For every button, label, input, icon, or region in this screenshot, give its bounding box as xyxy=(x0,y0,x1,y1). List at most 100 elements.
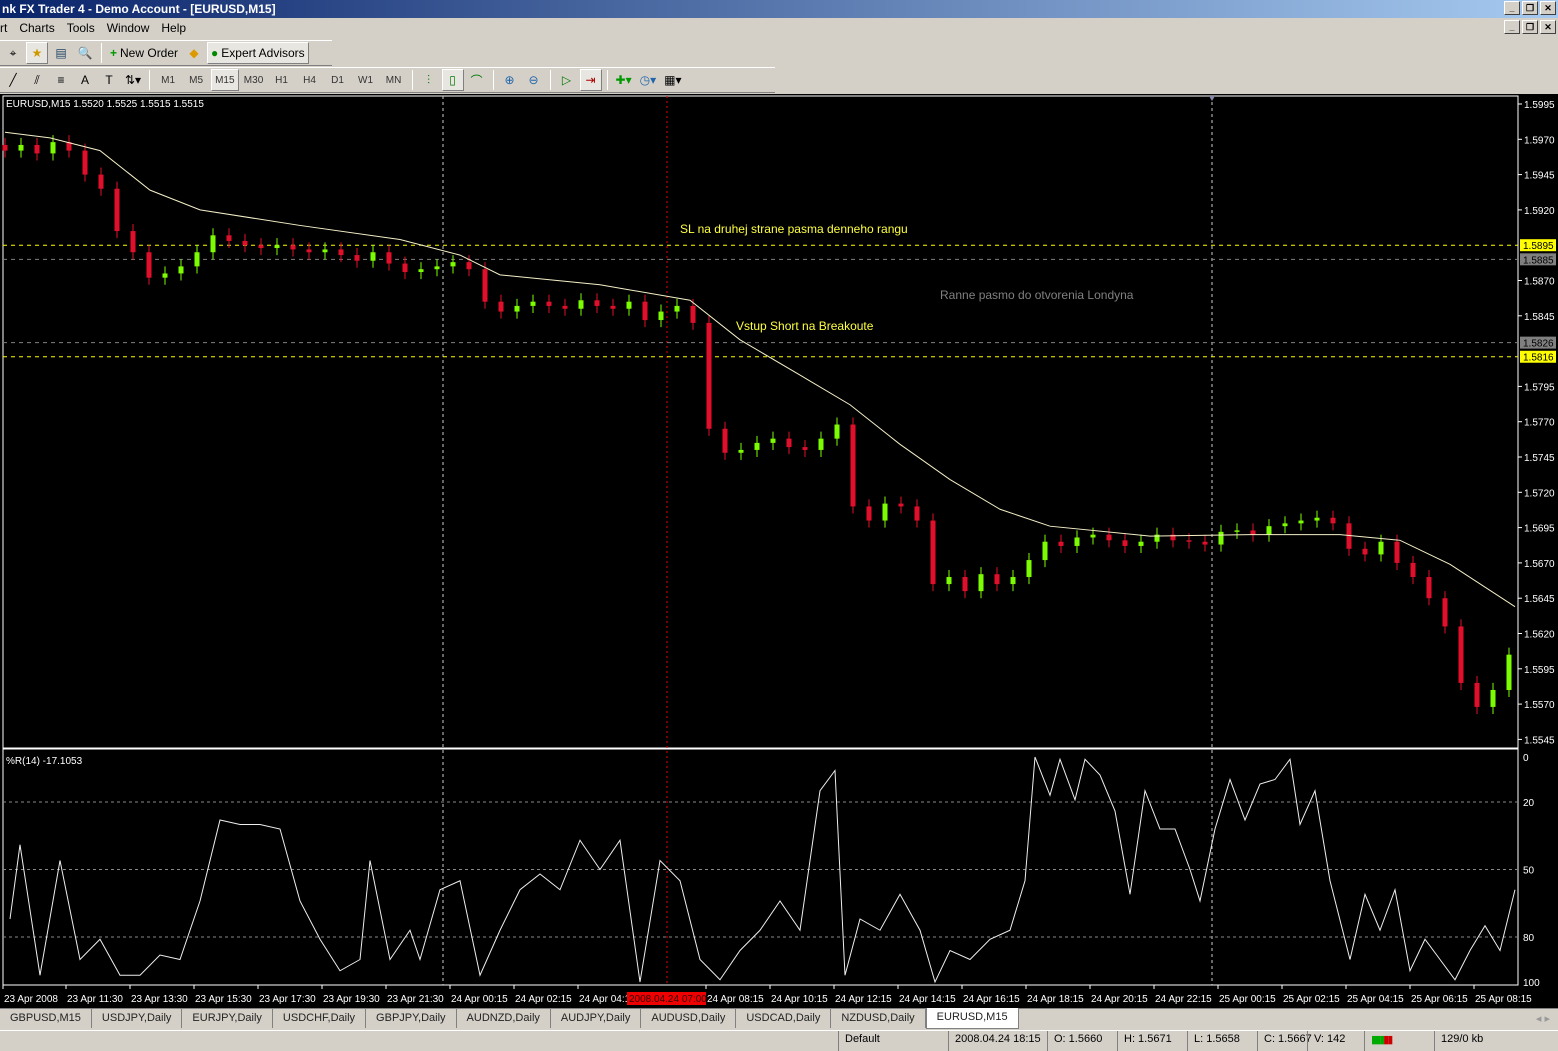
timeframe-m5[interactable]: M5 xyxy=(183,69,209,91)
x-tick-label: 24 Apr 22:15 xyxy=(1155,994,1212,1005)
chart-tab[interactable]: GBPUSD,M15 xyxy=(0,1009,92,1028)
mdi-restore-button[interactable]: ❐ xyxy=(1522,20,1538,34)
candle-body xyxy=(386,252,392,264)
main-pane-frame xyxy=(2,95,1519,749)
candle xyxy=(658,304,664,328)
candle xyxy=(274,238,280,256)
expert-advisors-button[interactable]: ● Expert Advisors xyxy=(207,42,309,64)
candle-body xyxy=(34,144,40,154)
candle-body xyxy=(1042,541,1048,561)
cursor-time-label: 2008.04.24 07:00 xyxy=(629,994,707,1005)
zoom-in-icon[interactable]: ⊕ xyxy=(499,69,521,91)
candle-body xyxy=(258,245,264,249)
timeframe-h1[interactable]: H1 xyxy=(269,69,295,91)
menu-chart[interactable]: rt xyxy=(0,21,13,35)
candlestick-icon[interactable]: ▯ xyxy=(441,69,464,91)
candle xyxy=(482,262,488,309)
chart-tab[interactable]: AUDNZD,Daily xyxy=(457,1009,551,1028)
status-close: C: 1.5667 xyxy=(1257,1031,1312,1051)
chart-tab[interactable]: EURJPY,Daily xyxy=(182,1009,273,1028)
candle xyxy=(1202,534,1208,552)
candle-body xyxy=(1426,577,1432,599)
chart-tab[interactable]: EURUSD,M15 xyxy=(925,1008,1019,1029)
text-tool-icon[interactable]: A xyxy=(74,69,96,91)
navigator-icon[interactable]: ★ xyxy=(26,42,48,64)
x-tick-label: 24 Apr 10:15 xyxy=(771,994,828,1005)
periods-icon[interactable]: ◷▾ xyxy=(637,69,660,91)
line-tool-icon[interactable]: ╱ xyxy=(2,69,24,91)
candle xyxy=(82,143,88,182)
timeframe-mn[interactable]: MN xyxy=(381,69,407,91)
templates-icon[interactable]: ▦▾ xyxy=(661,69,684,91)
y-tick-label: 1.5920 xyxy=(1524,206,1555,217)
candle xyxy=(850,417,856,514)
strategy-tester-icon[interactable]: 🔍 xyxy=(74,42,96,64)
candle xyxy=(882,496,888,528)
mdi-close-button[interactable]: ✕ xyxy=(1540,20,1556,34)
candle xyxy=(866,499,872,528)
candle-body xyxy=(1378,541,1384,555)
zoom-out-icon[interactable]: ⊖ xyxy=(523,69,545,91)
menu-window[interactable]: Window xyxy=(101,21,156,35)
candle xyxy=(98,167,104,196)
chart-tab[interactable]: USDCHF,Daily xyxy=(273,1009,367,1028)
indicators-icon[interactable]: ✚▾ xyxy=(613,69,635,91)
chart-tab[interactable]: USDJPY,Daily xyxy=(92,1009,183,1028)
menu-tools[interactable]: Tools xyxy=(61,21,101,35)
y-tick-label: 1.5795 xyxy=(1524,382,1555,393)
minimize-button[interactable]: _ xyxy=(1504,1,1520,15)
timeframe-m15[interactable]: M15 xyxy=(211,69,239,91)
fibonacci-tool-icon[interactable]: ≡ xyxy=(50,69,72,91)
bar-chart-icon[interactable]: ⫶ xyxy=(418,69,440,91)
candle-body xyxy=(1090,534,1096,538)
chart-tab[interactable]: NZDUSD,Daily xyxy=(831,1009,926,1028)
line-chart-icon[interactable]: ⌒ xyxy=(466,69,488,91)
price-level-label: 1.5826 xyxy=(1523,339,1554,350)
tab-scroll-arrows[interactable]: ◂ ▸ xyxy=(1528,1009,1558,1028)
new-order-button[interactable]: + New Order xyxy=(107,42,181,64)
candle-body xyxy=(898,503,904,507)
chart-tab[interactable]: GBPJPY,Daily xyxy=(366,1009,457,1028)
candle-body xyxy=(594,300,600,306)
timeframe-d1[interactable]: D1 xyxy=(325,69,351,91)
close-button[interactable]: ✕ xyxy=(1540,1,1556,15)
timeframe-m1[interactable]: M1 xyxy=(155,69,181,91)
mdi-minimize-button[interactable]: _ xyxy=(1504,20,1520,34)
candle-body xyxy=(978,574,984,592)
menu-charts[interactable]: Charts xyxy=(13,21,60,35)
price-level-label: 1.5895 xyxy=(1523,241,1554,252)
alert-icon[interactable]: ◆ xyxy=(183,42,205,64)
new-order-label: New Order xyxy=(120,46,179,60)
timeframe-h4[interactable]: H4 xyxy=(297,69,323,91)
candle-body xyxy=(674,305,680,312)
restore-button[interactable]: ❐ xyxy=(1522,1,1538,15)
y-tick-label: 1.5870 xyxy=(1524,277,1555,288)
price-chart[interactable]: 1.5895 1.5885 1.5826 1.5816 1.5995 1.5970 1.59… xyxy=(0,94,1558,1008)
channel-tool-icon[interactable]: ⫽ xyxy=(26,69,48,91)
chart-tab[interactable]: AUDUSD,Daily xyxy=(641,1009,737,1028)
chart-tab[interactable]: AUDJPY,Daily xyxy=(551,1009,642,1028)
menu-help[interactable]: Help xyxy=(155,21,192,35)
arrows-tool-icon[interactable]: ⇅▾ xyxy=(122,69,144,91)
x-tick-label: 23 Apr 15:30 xyxy=(195,994,252,1005)
candle xyxy=(194,245,200,274)
candle-body xyxy=(274,245,280,249)
candle-body xyxy=(658,311,664,321)
candle-body xyxy=(402,263,408,273)
crosshair-icon[interactable]: ⌖ xyxy=(2,42,24,64)
timeframe-m30[interactable]: M30 xyxy=(241,69,267,91)
annotation-range: Ranne pasmo do otvorenia Londyna xyxy=(940,288,1134,302)
candle-body xyxy=(450,262,456,267)
candle xyxy=(1506,647,1512,698)
terminal-icon[interactable]: ▤ xyxy=(50,42,72,64)
candle xyxy=(450,255,456,274)
chart-tab[interactable]: USDCAD,Daily xyxy=(736,1009,832,1028)
auto-scroll-icon[interactable]: ▷ xyxy=(556,69,578,91)
timeframe-w1[interactable]: W1 xyxy=(353,69,379,91)
chart-window[interactable]: 1.5895 1.5885 1.5826 1.5816 1.5995 1.5970 1.59… xyxy=(0,94,1558,1008)
text-label-tool-icon[interactable]: T xyxy=(98,69,120,91)
candle xyxy=(402,256,408,280)
candle xyxy=(434,259,440,277)
candle-body xyxy=(706,322,712,429)
chart-shift-icon[interactable]: ⇥ xyxy=(579,69,602,91)
